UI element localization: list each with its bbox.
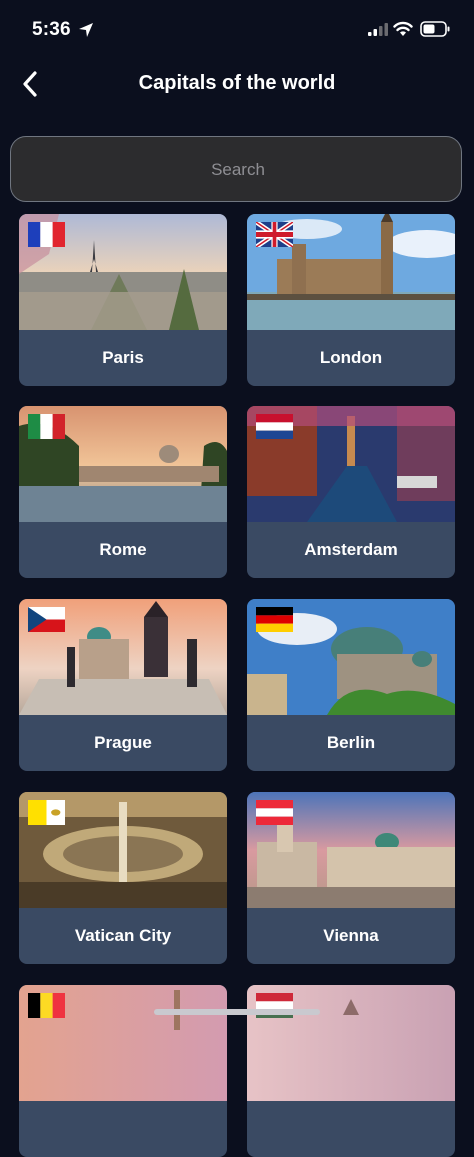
city-card-vatican-city[interactable]: Vatican City bbox=[19, 792, 227, 964]
city-name: London bbox=[319, 348, 383, 367]
city-card-rome[interactable]: Rome bbox=[19, 406, 227, 578]
uk-flag bbox=[256, 222, 293, 247]
vatican-flag bbox=[28, 800, 65, 825]
city-card-vienna[interactable]: Vienna bbox=[247, 792, 455, 964]
austria-flag bbox=[256, 800, 293, 825]
city-name: Amsterdam bbox=[304, 540, 398, 559]
germany-flag bbox=[256, 607, 293, 632]
capitals-grid: Paris London Rome Amsterdam Prague Berli… bbox=[0, 0, 474, 1157]
city-card-amsterdam[interactable]: Amsterdam bbox=[247, 406, 455, 578]
city-name: Vatican City bbox=[74, 926, 172, 945]
city-name: Rome bbox=[99, 540, 147, 559]
city-card-berlin[interactable]: Berlin bbox=[247, 599, 455, 771]
belgium-flag bbox=[28, 993, 65, 1018]
czech-flag bbox=[28, 607, 65, 632]
city-card-london[interactable]: London bbox=[247, 214, 455, 386]
netherlands-flag bbox=[256, 414, 293, 439]
france-flag bbox=[28, 222, 65, 247]
city-card-paris[interactable]: Paris bbox=[19, 214, 227, 386]
city-name: Prague bbox=[94, 733, 152, 752]
city-name: Paris bbox=[102, 348, 144, 367]
city-name: Vienna bbox=[323, 926, 379, 945]
city-name bbox=[247, 1101, 455, 1157]
italy-flag bbox=[28, 414, 65, 439]
city-name: Berlin bbox=[326, 733, 376, 752]
city-name bbox=[19, 1101, 227, 1157]
home-indicator[interactable] bbox=[154, 1009, 320, 1015]
city-card-prague[interactable]: Prague bbox=[19, 599, 227, 771]
